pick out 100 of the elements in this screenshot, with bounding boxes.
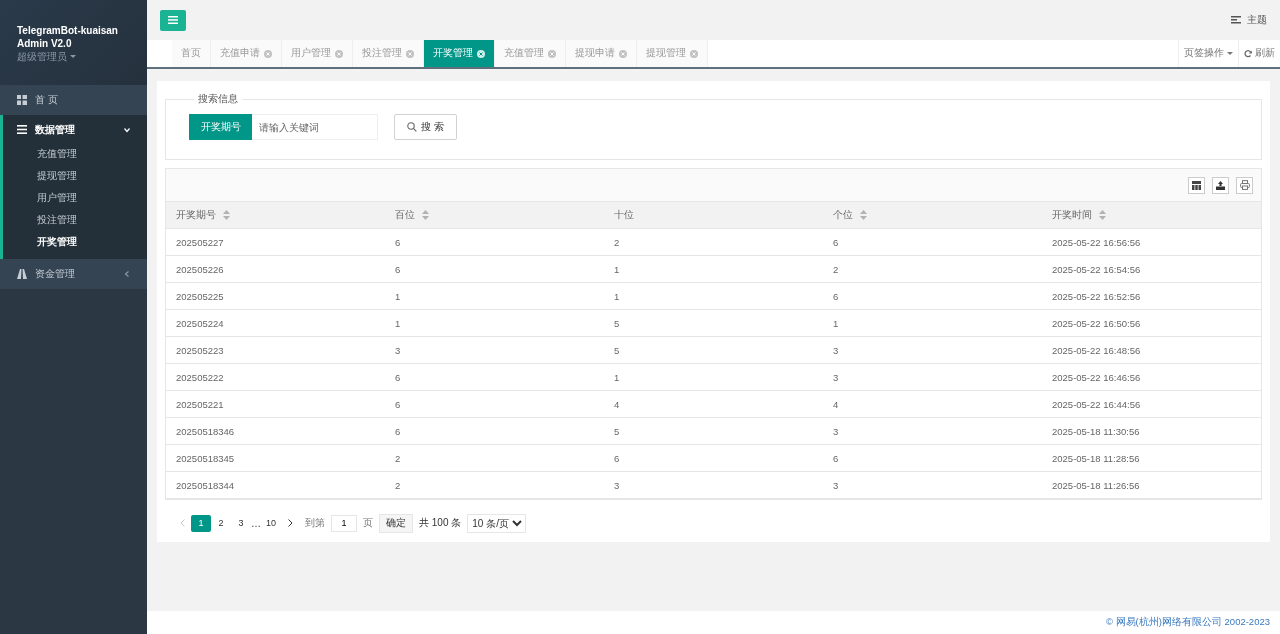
page-button[interactable]: 3 (231, 514, 251, 532)
table-cell: 6 (385, 363, 604, 391)
table-cell: 5 (604, 309, 823, 337)
field-label: 开奖期号 (189, 114, 252, 140)
table-cell: 20250518344 (166, 471, 385, 499)
table-cell: 2025-05-18 11:28:56 (1042, 444, 1261, 472)
table-cell: 6 (823, 444, 1042, 472)
table-cell: 2025-05-22 16:52:56 (1042, 282, 1261, 310)
page-button[interactable]: 10 (261, 514, 281, 532)
table-cell: 1 (823, 309, 1042, 337)
table-cell: 2025-05-22 16:44:56 (1042, 390, 1261, 418)
grid-icon (17, 95, 27, 105)
table-cell: 2 (604, 228, 823, 256)
table-cell: 6 (385, 228, 604, 256)
close-icon[interactable] (406, 49, 414, 58)
menu-icon (17, 125, 27, 134)
table-cell: 2025-05-18 11:30:56 (1042, 417, 1261, 445)
table-cell: 202505223 (166, 336, 385, 364)
brand-title: TelegramBot-kuaisan (17, 24, 119, 37)
table-cell: 1 (385, 282, 604, 310)
close-icon[interactable] (548, 49, 556, 58)
table-cell: 6 (823, 282, 1042, 310)
menu-icon (168, 16, 178, 24)
table-cell: 5 (604, 417, 823, 445)
goto-label: 到第 (305, 516, 325, 530)
keyword-field[interactable]: 请输入关键词 (252, 114, 378, 140)
table-cell: 4 (823, 390, 1042, 418)
table-cell: 20250518345 (166, 444, 385, 472)
table-cell: 202505226 (166, 255, 385, 283)
export-icon[interactable] (1212, 176, 1229, 194)
column-header[interactable]: 开奖期号 (166, 202, 385, 229)
user-menu[interactable]: 超级管理员 (17, 50, 147, 63)
columns-icon[interactable] (1188, 176, 1205, 194)
submenu-item[interactable]: 开奖管理 (3, 231, 147, 253)
sort-icon[interactable] (860, 210, 867, 220)
table-cell: 2025-05-22 16:46:56 (1042, 363, 1261, 391)
copyright-text: © 网易(杭州)网络有限公司 2002-2023 (147, 611, 1280, 634)
table-cell: 4 (604, 390, 823, 418)
close-icon[interactable] (690, 49, 698, 58)
table-cell: 3 (385, 336, 604, 364)
page-input[interactable]: 1 (331, 514, 357, 532)
table-cell: 202505225 (166, 282, 385, 310)
table-cell: 6 (604, 444, 823, 472)
page-size-select[interactable]: 10 条/页 (467, 513, 527, 533)
close-icon[interactable] (335, 49, 343, 58)
table-cell: 3 (823, 471, 1042, 499)
total-count: 共 100 条 (419, 516, 462, 530)
submenu-item[interactable]: 提现管理 (3, 165, 147, 188)
page-button[interactable]: 1 (191, 514, 211, 532)
table-cell: 2025-05-22 16:56:56 (1042, 228, 1261, 256)
table-cell: 2025-05-18 11:26:56 (1042, 471, 1261, 499)
column-header[interactable]: 开奖时间 (1042, 202, 1261, 229)
table-cell: 2025-05-22 16:48:56 (1042, 336, 1261, 364)
table-cell: 3 (604, 471, 823, 499)
table-cell: 1 (604, 363, 823, 391)
brand-title: Admin V2.0 (17, 37, 73, 50)
page-unit: 页 (363, 516, 373, 530)
ellipsis: … (251, 517, 261, 529)
close-icon[interactable] (477, 49, 485, 58)
menu-button[interactable] (160, 9, 186, 31)
confirm-button[interactable]: 确定 (379, 513, 413, 533)
sort-icon[interactable] (223, 210, 230, 220)
search-icon (407, 122, 418, 132)
table-cell: 1 (604, 255, 823, 283)
column-header[interactable]: 百位 (385, 202, 604, 229)
close-icon[interactable] (619, 49, 627, 58)
table-cell: 3 (823, 363, 1042, 391)
table-cell: 202505224 (166, 309, 385, 337)
close-icon[interactable] (264, 49, 272, 58)
menu-item[interactable]: 首 页 (0, 85, 147, 115)
column-header: 十位 (604, 202, 823, 229)
sort-icon[interactable] (1099, 210, 1106, 220)
theme-icon (1231, 16, 1241, 24)
sort-icon[interactable] (422, 210, 429, 220)
menu-item[interactable]: 数据管理 (3, 115, 147, 144)
menu-item[interactable]: 资金管理 (0, 259, 147, 289)
refresh-icon (1244, 49, 1252, 58)
table-cell: 2 (385, 471, 604, 499)
table-cell: 202505227 (166, 228, 385, 256)
table-cell: 1 (385, 309, 604, 337)
road-icon (17, 269, 27, 279)
search-button[interactable]: 搜 索 (394, 114, 457, 140)
chevron-icon (124, 126, 130, 133)
table-cell: 6 (823, 228, 1042, 256)
column-header[interactable]: 个位 (823, 202, 1042, 229)
page-button[interactable]: 2 (211, 514, 231, 532)
table-cell: 6 (385, 417, 604, 445)
table-cell: 202505222 (166, 363, 385, 391)
print-icon[interactable] (1236, 176, 1253, 194)
table-cell: 6 (385, 255, 604, 283)
submenu-item[interactable]: 投注管理 (3, 209, 147, 232)
theme-button[interactable]: 主题 (1231, 13, 1267, 27)
table-cell: 3 (823, 336, 1042, 364)
submenu-item[interactable]: 充值管理 (3, 144, 147, 166)
table-cell: 2 (823, 255, 1042, 283)
submenu-item[interactable]: 用户管理 (3, 187, 147, 210)
table-cell: 2 (385, 444, 604, 472)
tab[interactable]: 开奖管理 (424, 40, 495, 67)
chevron-icon (124, 271, 130, 277)
table-cell: 20250518346 (166, 417, 385, 445)
